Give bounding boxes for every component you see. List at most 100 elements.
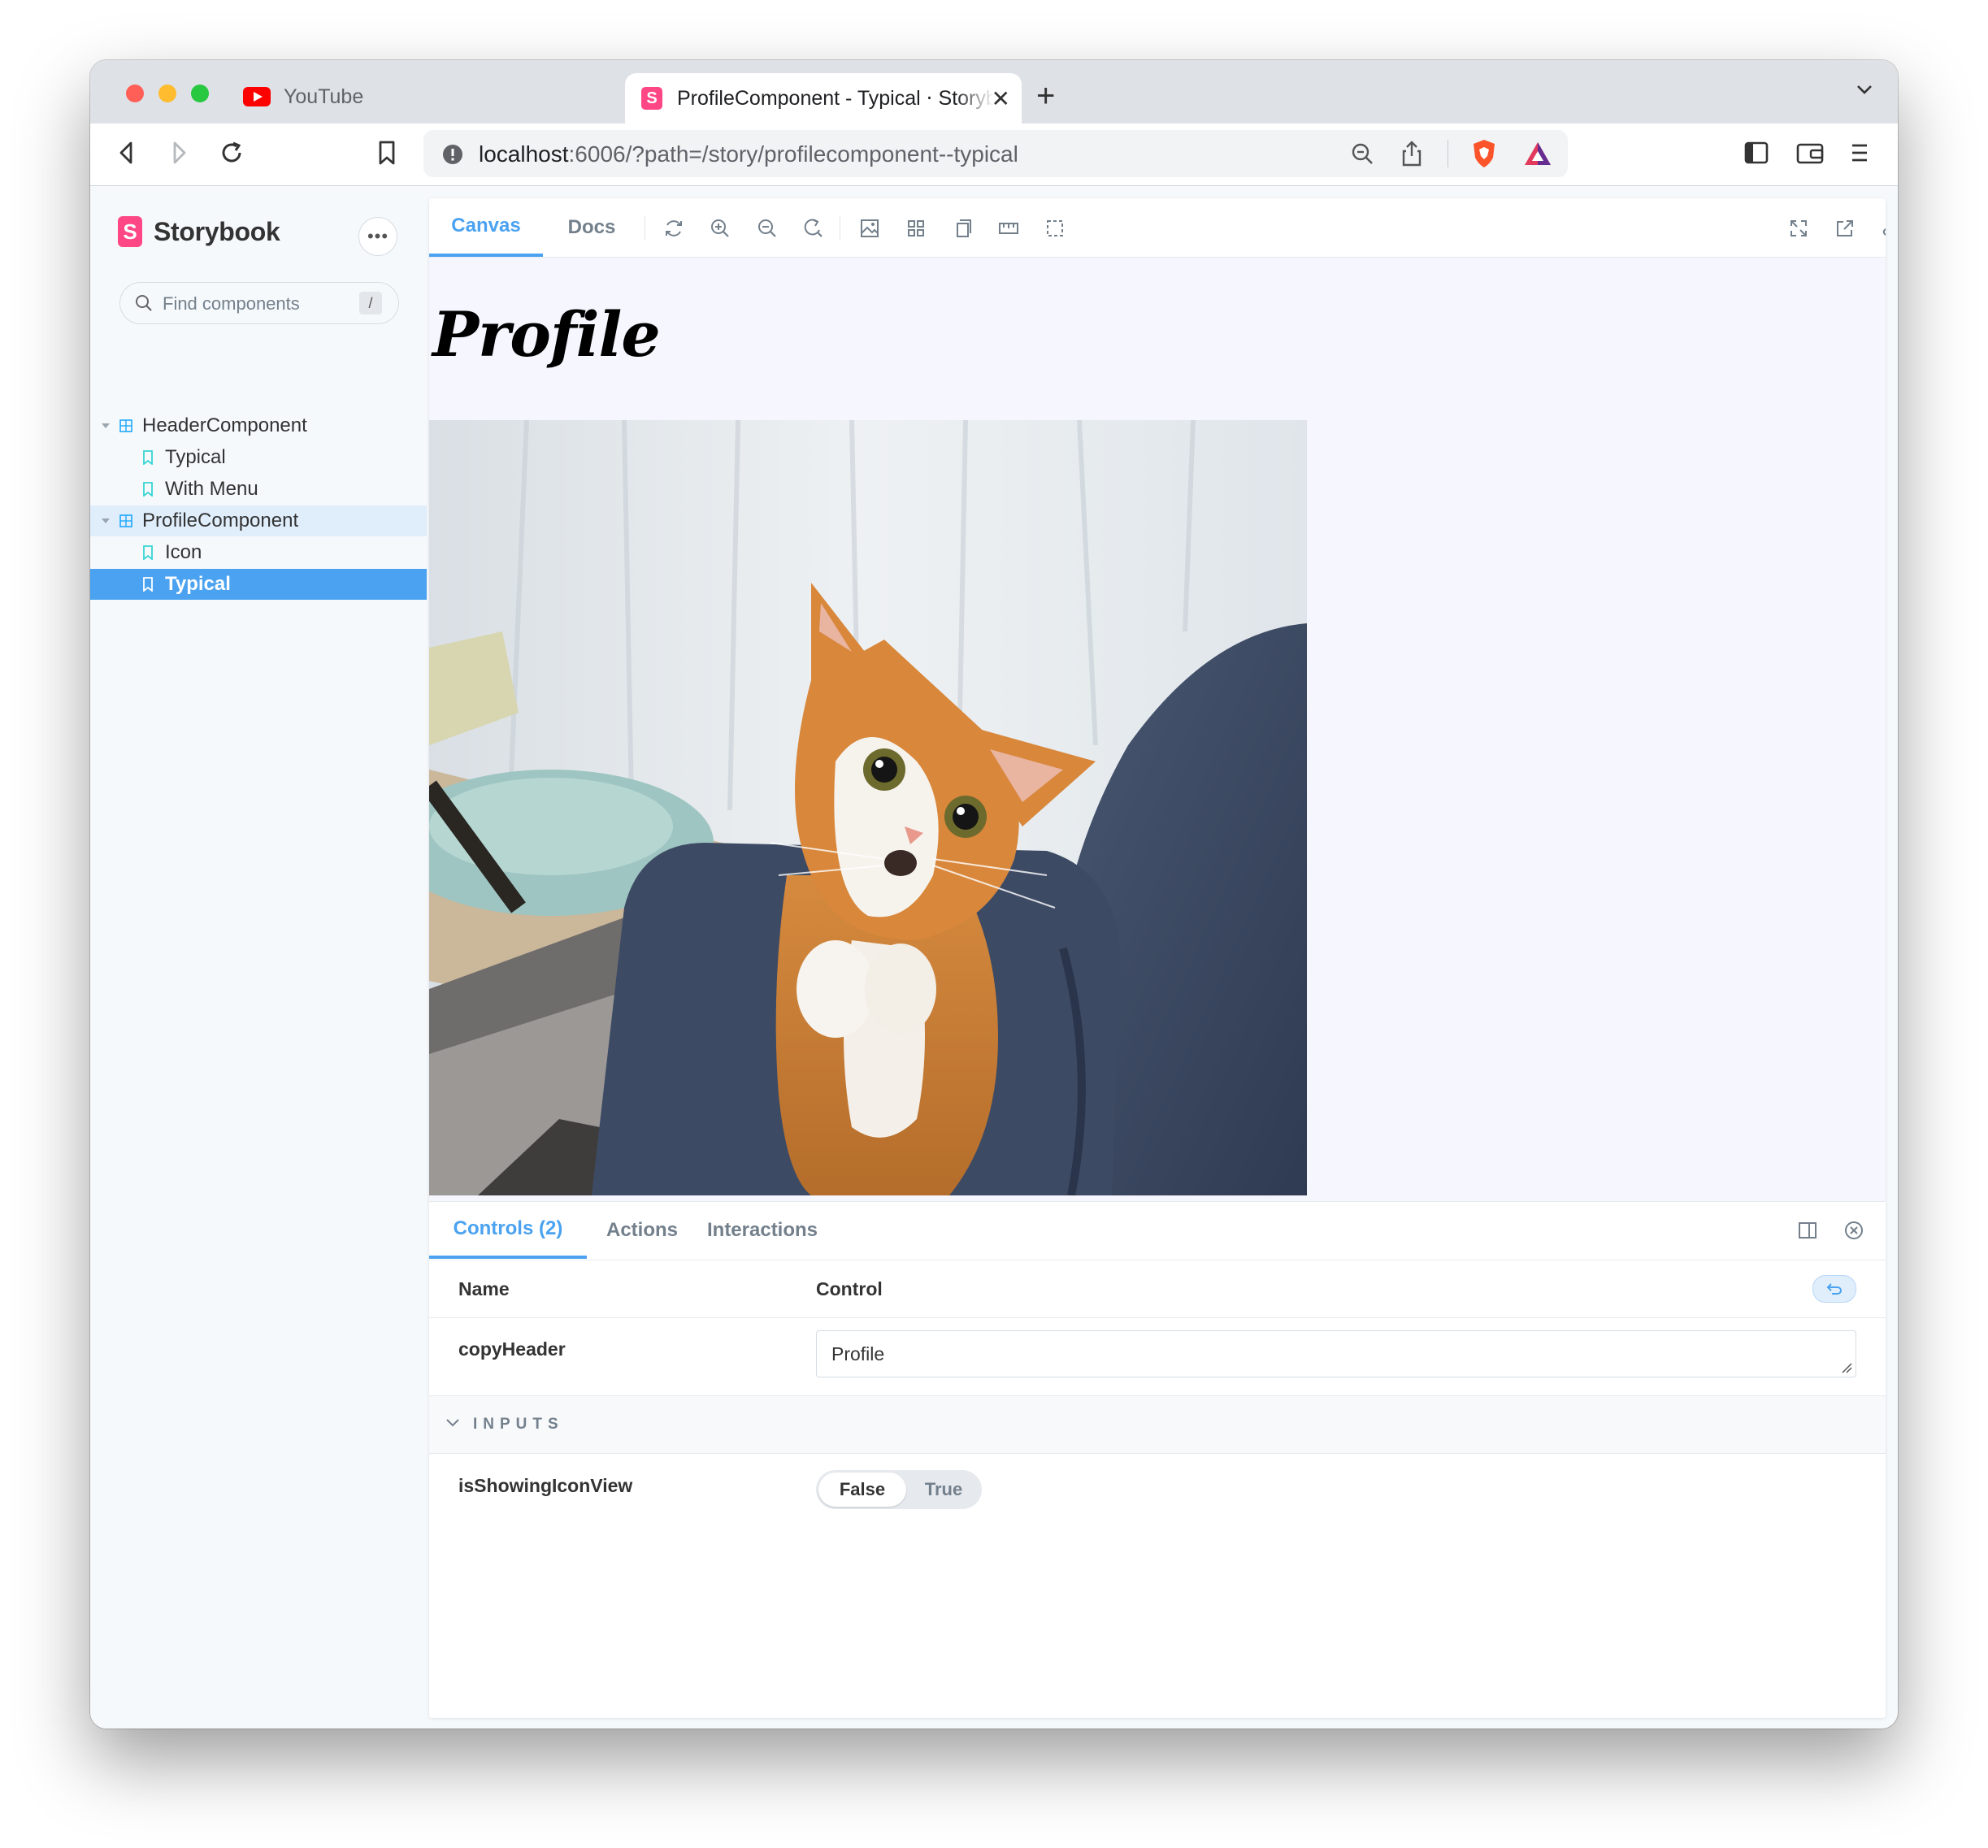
chevron-down-icon[interactable] [445,1417,460,1429]
tab-docs[interactable]: Docs [551,198,632,257]
tree-label: With Menu [165,478,258,500]
tree-story-typical[interactable]: Typical [90,442,427,473]
column-name-header: Name [458,1278,510,1299]
chevron-down-icon[interactable] [1856,83,1873,96]
component-icon [119,514,132,527]
storybook-sidebar: S Storybook ••• Find components / Header… [90,186,427,1729]
arg-name: isShowingIconView [458,1475,633,1496]
open-new-tab-icon[interactable] [1834,218,1856,239]
tab-storybook[interactable]: S ProfileComponent - Typical ⋅ Storybook… [625,73,1022,124]
bookmark-story-icon [143,482,153,497]
zoom-reset-icon[interactable] [803,218,824,239]
tab-controls[interactable]: Controls (2) [429,1202,587,1259]
close-window-button[interactable] [126,85,144,102]
panel-orientation-icon[interactable] [1798,1221,1817,1239]
tab-label: Interactions [706,1219,818,1241]
bookmark-icon[interactable] [376,138,397,167]
remount-icon[interactable] [663,218,684,239]
column-control-header: Control [816,1278,883,1299]
zoom-in-icon[interactable] [710,218,731,239]
close-panel-icon[interactable] [1843,1220,1864,1241]
url-text[interactable]: localhost:6006/?path=/story/profilecompo… [479,141,1018,167]
cat-photo-image [429,420,1307,1195]
zoom-icon[interactable] [1350,141,1374,166]
tab-strip: YouTube S ProfileComponent - Typical ⋅ S… [90,60,1898,124]
fullscreen-icon[interactable] [1788,218,1809,239]
outline-icon[interactable] [1044,218,1066,239]
new-tab-button[interactable]: + [1036,80,1055,112]
tree-story-icon[interactable]: Icon [90,537,427,568]
viewport-icon[interactable] [952,218,973,239]
caret-down-icon[interactable] [102,518,110,523]
tab-youtube[interactable]: YouTube [243,73,363,120]
undo-icon [1826,1283,1842,1295]
brand-name: Storybook [154,216,280,246]
background-image-icon[interactable] [859,218,880,239]
tree-label: ProfileComponent [142,510,299,531]
brave-shields-icon[interactable] [1470,138,1498,169]
url-host: localhost [479,141,569,167]
tree-component-profilecomponent[interactable]: ProfileComponent [90,505,427,536]
bookmark-story-icon [143,450,153,465]
resize-handle-icon[interactable] [1841,1362,1852,1373]
search-shortcut-key: / [359,292,382,315]
boolean-toggle[interactable]: False True [816,1470,982,1509]
share-icon[interactable] [1400,140,1423,167]
bookmark-story-icon [143,577,153,592]
minimize-window-button[interactable] [158,85,176,102]
toggle-option-false[interactable]: False [818,1473,906,1507]
tree-label: Typical [165,446,226,468]
arg-name: copyHeader [458,1338,566,1360]
site-info-icon[interactable] [441,143,464,166]
input-value: Profile [831,1343,885,1364]
tab-title: ProfileComponent - Typical ⋅ Storybook [677,87,994,110]
zoom-window-button[interactable] [191,85,209,102]
tree-label: HeaderComponent [142,414,307,436]
tree-component-headercomponent[interactable]: HeaderComponent [90,410,427,441]
tab-label: Docs [567,216,616,238]
wallet-icon[interactable] [1795,138,1825,167]
tree-story-with-menu[interactable]: With Menu [90,474,427,505]
hamburger-menu-icon[interactable] [1849,138,1870,167]
close-tab-icon[interactable]: ✕ [992,88,1010,111]
main-panel: Canvas Docs Profile Controls (2) Actions… [429,198,1886,1718]
sidebar-toggle-icon[interactable] [1743,138,1769,167]
youtube-icon [243,87,271,106]
grid-icon[interactable] [905,218,927,239]
copy-link-icon[interactable] [1880,218,1886,239]
story-canvas: Profile [429,258,1886,1201]
section-label: INPUTS [473,1416,564,1433]
tab-interactions[interactable]: Interactions [697,1202,827,1259]
preview-toolbar: Canvas Docs [429,198,1886,258]
brave-rewards-icon[interactable] [1522,140,1553,167]
component-icon [119,419,132,432]
zoom-out-icon[interactable] [757,218,778,239]
copyheader-text-input[interactable]: Profile [816,1330,1856,1377]
ellipsis-icon: ••• [367,226,389,246]
caret-down-icon[interactable] [102,423,110,428]
profile-heading: Profile [432,298,661,371]
address-bar[interactable]: localhost:6006/?path=/story/profilecompo… [423,130,1568,177]
tab-canvas[interactable]: Canvas [429,198,543,257]
forward-icon[interactable] [167,138,191,167]
storybook-brand[interactable]: S Storybook [118,216,280,247]
tab-title: YouTube [284,85,364,108]
tab-actions[interactable]: Actions [595,1202,689,1259]
search-input[interactable]: Find components / [119,282,399,324]
cat-photo [429,420,1307,1195]
storybook-favicon-icon: S [641,87,662,110]
sidebar-menu-button[interactable]: ••• [358,217,397,256]
search-placeholder: Find components [163,293,300,314]
search-icon [136,295,152,311]
reload-icon[interactable] [217,138,246,167]
url-path: :6006/?path=/story/profilecomponent--typ… [568,141,1018,167]
reset-controls-button[interactable] [1812,1275,1856,1303]
tree-story-typical-selected[interactable]: Typical [90,569,427,600]
browser-toolbar: localhost:6006/?path=/story/profilecompo… [90,124,1898,186]
addons-panel: Controls (2) Actions Interactions Name C… [429,1201,1886,1718]
back-icon[interactable] [115,138,139,167]
measure-icon[interactable] [998,218,1019,239]
storybook-logo-icon: S [118,216,142,247]
toggle-option-true[interactable]: True [909,1473,979,1507]
section-inputs[interactable]: INPUTS [429,1396,1886,1454]
